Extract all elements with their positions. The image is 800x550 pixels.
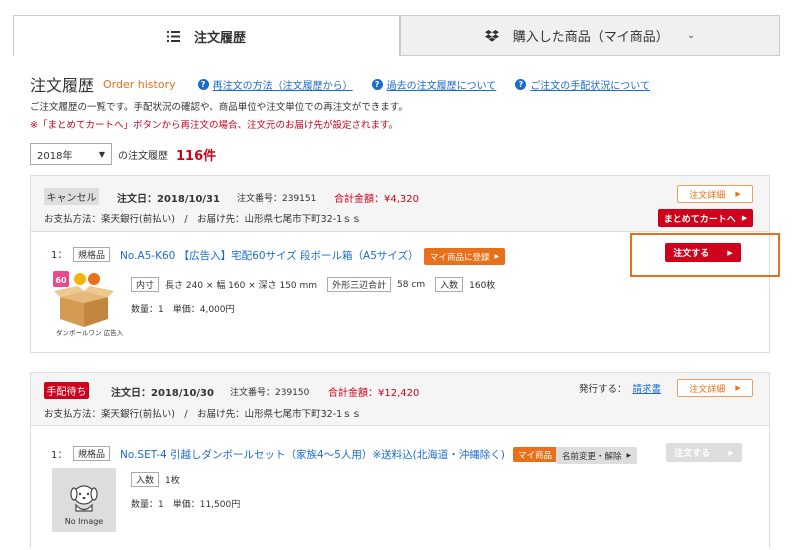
- order-header: キャンセル 注文日：2018/10/31 注文番号：239151 合計金額：¥4…: [31, 176, 769, 232]
- invoice-link[interactable]: 請求書: [633, 384, 662, 395]
- spec-value: 160枚: [469, 281, 496, 291]
- caret-down-icon: ▼: [98, 149, 105, 159]
- svg-text:60: 60: [55, 276, 67, 285]
- thumbnail-caption: ダンボールワン 広告入: [56, 329, 124, 337]
- triangle-right-icon: ▶: [735, 190, 741, 198]
- register-my-product-label: マイ商品に登録: [430, 252, 490, 263]
- status-badge: キャンセル: [44, 188, 99, 205]
- order-total: 合計金額：¥4,320: [334, 190, 419, 205]
- invoice-issue: 発行する： 請求書: [579, 381, 661, 395]
- my-product-badge-label: マイ商品: [518, 450, 553, 461]
- order-number-text: 注文番号：239150: [230, 388, 310, 398]
- order-header: 手配待ち 注文日：2018/10/30 注文番号：239150 合計金額：¥12…: [31, 373, 769, 426]
- help-link-reorder[interactable]: ? 再注文の方法（注文履歴から）: [197, 77, 353, 92]
- page-header: 注文履歴 Order history ? 再注文の方法（注文履歴から） ? 過去の注…: [30, 72, 669, 96]
- item-index: 1：: [51, 450, 68, 461]
- order-date-text: 注文日：2018/10/30: [111, 388, 214, 399]
- item-index: 1：: [51, 250, 68, 261]
- rename-remove-button[interactable]: 名前変更・解除 ▶: [556, 447, 638, 464]
- payment-info: お支払方法：楽天銀行(前払い) / お届け先：山形県七尾市下町32-1ｓｓ: [44, 214, 362, 225]
- spec-value: 長さ 240 × 幅 160 × 深さ 150 mm: [165, 281, 318, 291]
- product-name-link[interactable]: No.SET-4 引越しダンボールセット（家族4～5人用）※送料込(北海道・沖縄…: [120, 447, 505, 462]
- register-my-product-button[interactable]: マイ商品に登録 ▶: [424, 248, 506, 265]
- invoice-issue-label: 発行する：: [579, 384, 627, 395]
- triangle-right-icon: ▶: [741, 214, 748, 222]
- my-product-badge: マイ商品: [513, 447, 558, 462]
- chevron-down-icon: ⌄: [686, 30, 696, 41]
- help-link-text: 再注文の方法（注文履歴から）: [212, 80, 353, 92]
- help-link-status[interactable]: ? ご注文の手配状況について: [515, 77, 650, 92]
- year-select[interactable]: 2018年 ▼: [30, 143, 112, 165]
- product-name-link[interactable]: No.A5-K60 【広告入】宅配60サイズ 段ボール箱（A5サイズ）: [120, 248, 419, 263]
- page-title-en: Order history: [103, 77, 176, 91]
- help-link-text: ご注文の手配状況について: [530, 80, 651, 92]
- product-thumbnail[interactable]: 60 ダンボールワン 広告入: [52, 271, 123, 337]
- year-select-value: 2018年: [37, 150, 73, 162]
- question-icon: ?: [515, 78, 527, 90]
- payment-info: お支払方法：楽天銀行(前払い) / お届け先：山形県七尾市下町32-1ｓｓ: [44, 409, 362, 420]
- tab-order-history[interactable]: 注文履歴: [13, 15, 400, 56]
- item-quantity-price: 数量：1 単価：11,500円: [131, 500, 241, 510]
- order-number: 注文番号：239151: [237, 191, 316, 204]
- order-date: 注文日：2018/10/31: [117, 190, 220, 205]
- order-count: 116件: [176, 148, 217, 164]
- dog-placeholder-icon: [70, 485, 98, 512]
- order-item: 1： 規格品 No.SET-4 引越しダンボールセット（家族4～5人用）※送料込…: [31, 426, 769, 550]
- order-detail-button[interactable]: 注文詳細 ▶: [677, 379, 753, 397]
- rename-remove-label: 名前変更・解除: [562, 451, 622, 462]
- triangle-right-icon: ▶: [494, 253, 500, 260]
- spec-tag: 内寸: [131, 277, 160, 292]
- item-type-tag: 規格品: [73, 446, 111, 461]
- order-date-text: 注文日：2018/10/31: [117, 194, 220, 205]
- year-filter-label: の注文履歴: [118, 150, 168, 162]
- add-all-to-cart-button[interactable]: まとめてカートへ ▶: [658, 209, 753, 227]
- order-item-button-disabled[interactable]: 注文する ▶: [666, 443, 742, 462]
- add-all-to-cart-label: まとめてカートへ: [663, 214, 736, 225]
- triangle-right-icon: ▶: [735, 384, 741, 392]
- spec-value: 1枚: [165, 476, 180, 486]
- tab-label: 購入した商品（マイ商品）: [512, 30, 669, 45]
- list-icon: [166, 30, 180, 42]
- order-detail-button[interactable]: 注文詳細 ▶: [677, 185, 753, 203]
- order-detail-label: 注文詳細: [689, 190, 726, 201]
- order-detail-label: 注文詳細: [689, 384, 726, 395]
- order-total: 合計金額：¥12,420: [328, 384, 419, 399]
- spec-tag: 外形三辺合計: [327, 277, 392, 292]
- question-icon: ?: [197, 78, 209, 90]
- help-link-past-history[interactable]: ? 過去の注文履歴について: [371, 77, 497, 92]
- dropbox-icon: [484, 29, 499, 42]
- order-item-label: 注文する: [674, 449, 711, 459]
- item-type-tag: 規格品: [73, 247, 111, 262]
- tab-bar: 注文履歴 購入した商品（マイ商品） ⌄: [13, 15, 780, 56]
- order-total-text: 合計金額：¥4,320: [334, 194, 419, 205]
- order-number-text: 注文番号：239151: [237, 194, 317, 204]
- page-notice: ※「まとめてカートへ」ボタンから再注文の場合、注文元のお届け先が設定されます。: [30, 120, 399, 131]
- tab-label: 注文履歴: [193, 30, 246, 46]
- help-link-text: 過去の注文履歴について: [386, 80, 497, 92]
- order-card: 手配待ち 注文日：2018/10/30 注文番号：239150 合計金額：¥12…: [30, 372, 770, 548]
- item-quantity-price: 数量：1 単価：4,000円: [131, 305, 235, 315]
- spec-tag: 入数: [435, 277, 464, 292]
- order-total-text: 合計金額：¥12,420: [328, 388, 420, 399]
- order-number: 注文番号：239150: [230, 385, 309, 398]
- tab-my-products[interactable]: 購入した商品（マイ商品） ⌄: [400, 15, 780, 56]
- item-specs: 内寸 長さ 240 × 幅 160 × 深さ 150 mm 外形三辺合計 58 …: [131, 277, 505, 292]
- no-image-label: No Image: [64, 517, 104, 526]
- product-thumbnail-placeholder[interactable]: No Image: [52, 468, 116, 532]
- page-title: 注文履歴: [30, 76, 95, 95]
- order-date: 注文日：2018/10/30: [111, 384, 214, 399]
- order-button-highlight: [630, 233, 780, 277]
- item-specs: 入数 1枚: [131, 472, 190, 487]
- page-description: ご注文履歴の一覧です。手配状況の確認や、商品単位や注文単位での再注文ができます。: [30, 102, 408, 113]
- status-badge: 手配待ち: [44, 382, 89, 399]
- spec-value: 58 cm: [397, 279, 426, 290]
- year-filter: 2018年 ▼ の注文履歴 116件: [30, 143, 216, 165]
- triangle-right-icon: ▶: [626, 452, 632, 459]
- question-icon: ?: [371, 78, 383, 90]
- spec-tag: 入数: [131, 472, 160, 487]
- triangle-right-icon: ▶: [728, 448, 734, 457]
